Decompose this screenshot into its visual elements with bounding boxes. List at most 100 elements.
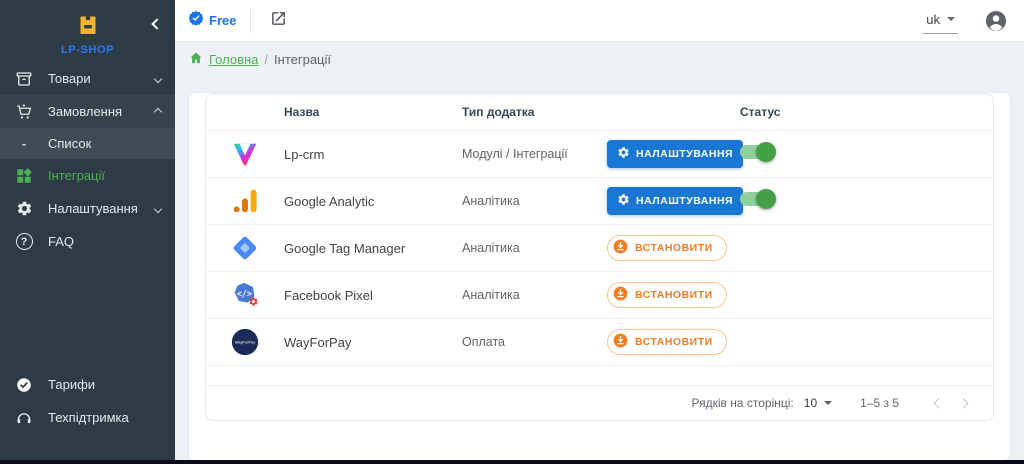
sidebar-item-integrations[interactable]: Інтеграції [0,159,175,192]
badge-check-icon [14,375,34,395]
table-row: </> Facebook Pixel Аналітика ВСТАНОВИТИ [206,271,993,318]
table-row: Google Analytic Аналітика НАЛАШТУВАННЯ [206,177,993,224]
widgets-icon [14,166,34,186]
integrations-table: Назва Тип додатка Статус Lp-crm [205,93,994,421]
table-header-row: Назва Тип додатка Статус [206,94,993,130]
integration-type: Оплата [462,335,607,349]
topbar-divider [250,9,251,33]
configure-button[interactable]: НАЛАШТУВАННЯ [607,140,743,168]
install-button-label: ВСТАНОВИТИ [635,336,713,348]
integration-type: Аналітика [462,241,607,255]
main-content: Головна / Інтеграції Назва Тип додатка С… [175,42,1024,460]
breadcrumb-separator: / [264,52,268,67]
sidebar-footer: Тарифи Техпідтримка [0,368,175,460]
plan-label: Free [209,13,236,28]
sidebar-item-tariffs[interactable]: Тарифи [0,368,175,401]
breadcrumb-current: Інтеграції [274,52,331,67]
lp-crm-logo-icon [206,139,284,169]
gear-icon [617,146,630,162]
download-icon [613,239,628,257]
configure-button-label: НАЛАШТУВАННЯ [636,195,733,207]
table-row: WayForPay WayForPay Оплата ВСТАНОВИТИ [206,318,993,365]
logo-text: LP-SHOP [61,44,114,56]
integrations-card: Назва Тип додатка Статус Lp-crm [189,93,1010,460]
headset-icon [14,408,34,428]
install-button[interactable]: ВСТАНОВИТИ [607,235,727,261]
open-storefront-button[interactable] [265,8,291,34]
sidebar-item-label: FAQ [48,234,161,249]
integration-name: WayForPay [284,335,462,350]
code-glyph: </> [237,289,252,299]
sidebar-item-label: Список [48,136,161,151]
wayforpay-logo-text: WayForPay [235,340,255,345]
account-menu-button[interactable] [984,9,1008,33]
sidebar-item-settings[interactable]: Налаштування [0,192,175,225]
integration-type: Модулі / Інтеграції [462,147,607,161]
chevron-down-icon [154,204,162,212]
integration-name: Google Analytic [284,194,462,209]
box-icon [14,69,34,89]
chevron-left-icon [934,398,944,408]
table-row: Google Tag Manager Аналітика ВСТАНОВИТИ [206,224,993,271]
column-header-name: Назва [284,105,462,119]
rows-per-page-value: 10 [804,396,817,410]
sidebar-item-label: Замовлення [48,104,155,119]
chevron-right-icon [959,398,969,408]
sidebar-item-support[interactable]: Техпідтримка [0,401,175,434]
sidebar: LP-SHOP Товари Замовлення - Список [0,0,175,460]
install-button[interactable]: ВСТАНОВИТИ [607,282,727,308]
install-button-label: ВСТАНОВИТИ [635,289,713,301]
shop-bag-icon [75,13,101,42]
sidebar-menu: Товари Замовлення - Список Інтеграції [0,62,175,258]
status-toggle[interactable] [740,192,773,206]
previous-page-button[interactable] [925,391,949,415]
table-pagination: Рядків на сторінці: 10 1–5 з 5 [206,385,993,420]
caret-down-icon [824,401,832,405]
next-page-button[interactable] [953,391,977,415]
sidebar-item-orders[interactable]: Замовлення [0,95,175,128]
sidebar-item-orders-list[interactable]: - Список [0,128,175,159]
rows-per-page-label: Рядків на сторінці: [692,396,794,410]
configure-button[interactable]: НАЛАШТУВАННЯ [607,187,743,215]
integration-name: Google Tag Manager [284,241,462,256]
caret-down-icon [947,17,955,21]
google-tag-manager-logo-icon [206,234,284,262]
google-analytics-logo-icon [206,187,284,215]
breadcrumb: Головна / Інтеграції [175,42,1024,75]
sidebar-item-label: Техпідтримка [48,410,161,425]
sidebar-item-label: Інтеграції [48,168,161,183]
install-button[interactable]: ВСТАНОВИТИ [607,329,727,355]
sidebar-collapse-icon[interactable] [151,18,162,29]
column-header-status: Статус [735,105,993,119]
integration-type: Аналітика [462,194,607,208]
chevron-up-icon [154,107,162,115]
language-select[interactable]: uk [923,8,958,34]
install-button-label: ВСТАНОВИТИ [635,242,713,254]
wayforpay-logo-icon: WayForPay [206,327,284,357]
integration-type: Аналітика [462,288,607,302]
status-toggle[interactable] [740,145,773,159]
avatar-icon [984,20,1008,37]
download-icon [613,333,628,351]
external-link-icon [270,10,287,32]
rows-per-page-select[interactable]: 10 [804,396,832,410]
sidebar-item-label: Товари [48,71,155,86]
sidebar-item-products[interactable]: Товари [0,62,175,95]
help-icon: ? [14,232,34,252]
verified-badge-icon [188,10,204,31]
sidebar-item-label: Налаштування [48,201,155,216]
column-header-type: Тип додатка [462,105,607,119]
gear-icon [14,199,34,219]
facebook-pixel-logo-icon: </> [206,280,284,310]
download-icon [613,286,628,304]
window-bottom-edge [0,460,1024,464]
sidebar-item-faq[interactable]: ? FAQ [0,225,175,258]
integration-name: Facebook Pixel [284,288,462,303]
gear-icon [617,193,630,209]
plan-badge[interactable]: Free [188,10,236,31]
breadcrumb-home-link[interactable]: Головна [209,52,258,67]
empty-row [206,365,993,385]
topbar: Free uk [175,0,1024,42]
sidebar-item-label: Тарифи [48,377,161,392]
table-row: Lp-crm Модулі / Інтеграції НАЛАШТУВАННЯ [206,130,993,177]
